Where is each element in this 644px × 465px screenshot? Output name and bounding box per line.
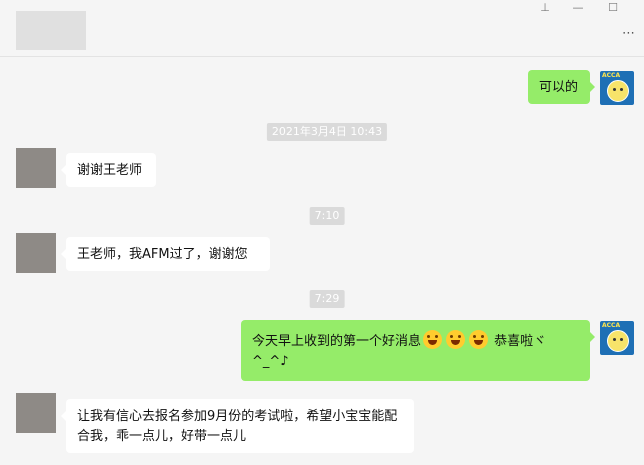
message-bubble-contact[interactable]: 让我有信心去报名参加9月份的考试啦，希望小宝宝能配合我，乖一点儿，好带一点儿 — [61, 399, 414, 453]
pin-icon[interactable]: ⊥ — [534, 0, 556, 16]
grinning-face-emoji-icon — [423, 330, 443, 349]
avatar-label: ACCA — [602, 322, 621, 329]
message-bubble-contact[interactable]: 王老师，我AFM过了，谢谢您 — [61, 237, 270, 271]
more-icon[interactable]: ⋯ — [620, 27, 638, 42]
contact-avatar[interactable] — [16, 233, 56, 273]
grinning-face-emoji-icon — [446, 330, 466, 349]
message-bubble-contact[interactable]: 谢谢王老师 — [61, 153, 156, 187]
timestamp: 7:29 — [309, 290, 345, 308]
message-text: 今天早上收到的第一个好消息 — [252, 334, 422, 349]
message-text: 谢谢王老师 — [77, 163, 143, 178]
message-bubble-self[interactable]: 可以的 — [528, 70, 595, 104]
contact-name-placeholder — [16, 11, 86, 50]
self-avatar[interactable]: ACCA — [600, 321, 634, 355]
contact-avatar[interactable] — [16, 148, 56, 188]
message-text: 让我有信心去报名参加9月份的考试啦，希望小宝宝能配合我，乖一点儿，好带一点儿 — [77, 409, 398, 444]
message-text: 王老师，我AFM过了，谢谢您 — [77, 247, 248, 262]
self-avatar[interactable]: ACCA — [600, 71, 634, 105]
mascot-icon — [607, 80, 629, 102]
chat-header: ⊥ — ☐ ⋯ — [0, 0, 644, 57]
message-list[interactable]: 可以的 ACCA 2021年3月4日 10:43 谢谢王老师 7:10 王老师，… — [0, 57, 644, 465]
grinning-face-emoji-icon — [469, 330, 489, 349]
maximize-icon[interactable]: ☐ — [602, 0, 624, 16]
timestamp: 2021年3月4日 10:43 — [266, 123, 388, 141]
contact-avatar[interactable] — [16, 393, 56, 433]
message-text: 可以的 — [539, 80, 579, 95]
timestamp: 7:10 — [309, 207, 345, 225]
minimize-icon[interactable]: — — [567, 0, 589, 16]
message-bubble-self[interactable]: 今天早上收到的第一个好消息 恭喜啦ヾ^_^♪ — [241, 320, 595, 381]
avatar-label: ACCA — [602, 72, 621, 79]
mascot-icon — [607, 330, 629, 352]
